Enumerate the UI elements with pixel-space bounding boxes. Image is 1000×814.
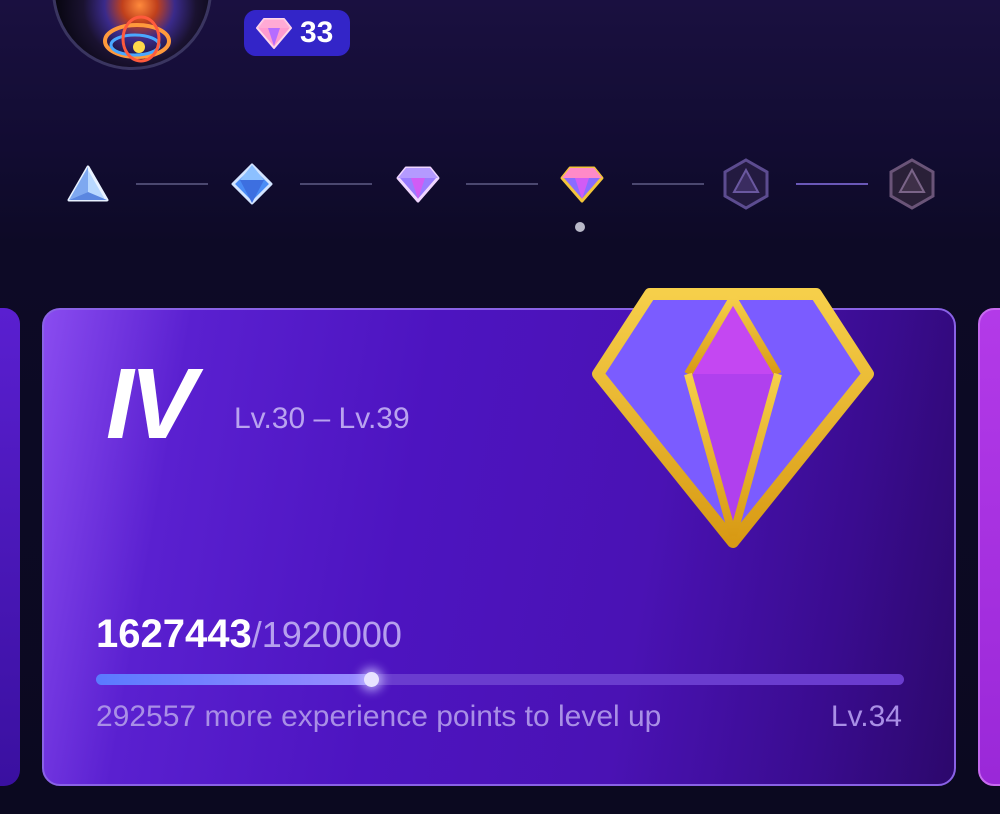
next-tier-card[interactable] <box>978 308 1000 786</box>
experience-total: /1920000 <box>251 614 402 655</box>
gem-balance-badge[interactable]: 33 <box>244 10 350 56</box>
progress-fill <box>96 674 371 685</box>
avatar[interactable] <box>52 0 212 70</box>
current-tier-indicator <box>575 222 585 232</box>
diamond-icon <box>256 18 292 49</box>
tier-card[interactable]: IV Lv.30 – Lv.39 1627443/1920000 292557 … <box>42 288 956 786</box>
diamond-gem-icon <box>396 166 440 203</box>
experience-readout: 1627443/1920000 <box>96 614 402 654</box>
tier-track <box>0 158 1000 218</box>
level-up-hint: 292557 more experience points to level u… <box>96 700 662 733</box>
locked-hexagon-gem-icon <box>723 158 769 210</box>
tier-6-locked[interactable] <box>886 158 938 210</box>
next-level-label: Lv.34 <box>830 700 902 733</box>
gold-diamond-icon <box>592 288 874 548</box>
tier-4-current[interactable] <box>556 158 608 210</box>
previous-tier-card[interactable] <box>0 308 20 786</box>
octahedron-gem-icon <box>231 163 273 205</box>
tier-numeral: IV <box>106 348 197 460</box>
gem-count: 33 <box>300 16 334 49</box>
diamond-gem-icon <box>560 166 604 203</box>
avatar-image <box>103 15 171 63</box>
experience-progress-bar <box>96 672 904 687</box>
locked-hexagon-gem-icon <box>889 158 935 210</box>
level-range: Lv.30 – Lv.39 <box>234 402 410 435</box>
tier-3[interactable] <box>392 158 444 210</box>
experience-current: 1627443 <box>96 612 252 656</box>
triangle-gem-icon <box>67 165 109 202</box>
tier-5-locked[interactable] <box>720 158 772 210</box>
tier-2[interactable] <box>226 158 278 210</box>
progress-knob <box>363 672 379 687</box>
tier-1[interactable] <box>62 158 114 210</box>
